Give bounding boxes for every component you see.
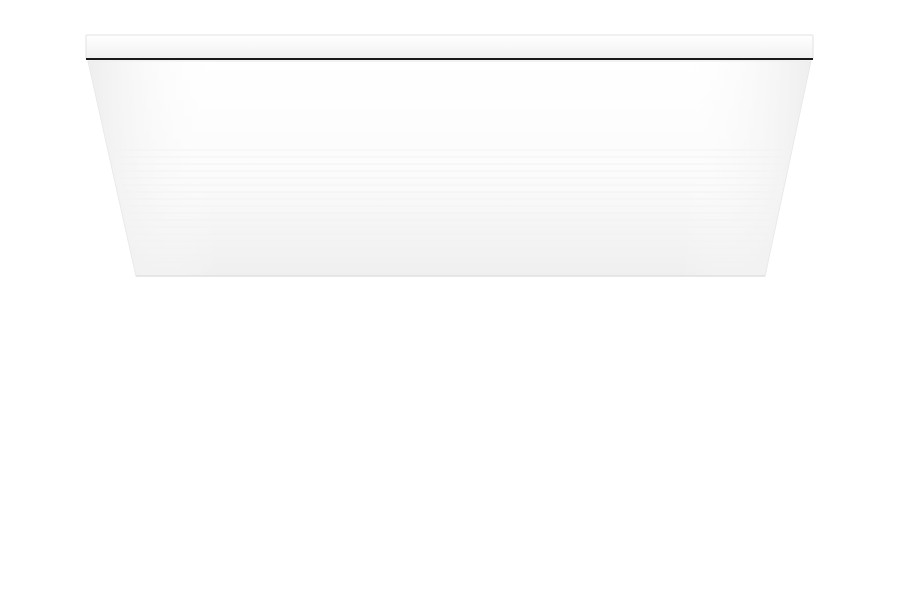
- ceiling-light-image: [85, 34, 814, 277]
- product-image-stage: [0, 0, 900, 600]
- diffuser-panel: [87, 60, 812, 277]
- mounting-frame: [85, 34, 814, 60]
